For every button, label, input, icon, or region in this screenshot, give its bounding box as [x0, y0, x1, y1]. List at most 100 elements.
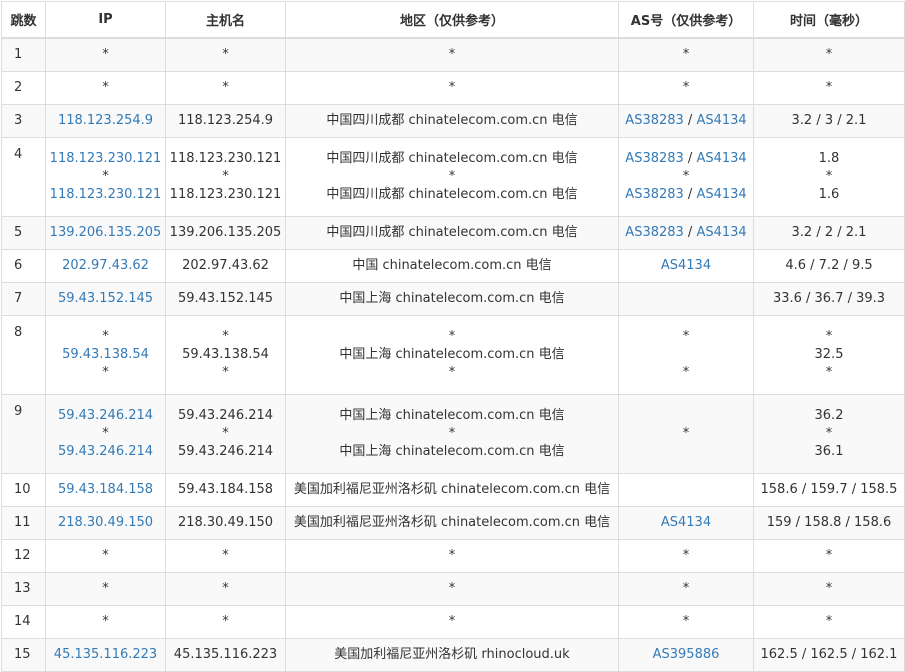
- ip-address-link[interactable]: 59.43.138.54: [46, 346, 165, 364]
- hostname-cell: 139.206.135.205: [165, 216, 286, 250]
- as-number-link[interactable]: AS38283: [625, 225, 684, 240]
- region-cell: * 中国上海 chinatelecom.com.cn 电信 *: [285, 315, 619, 395]
- ip-address-link[interactable]: 118.123.230.121: [46, 186, 165, 204]
- region-text: *: [448, 47, 456, 62]
- time-cell: *: [753, 539, 905, 573]
- hop-number: 15: [14, 647, 31, 662]
- traceroute-table: 跳数 IP 主机名 地区（仅供参考） AS号（仅供参考） 时间（毫秒） 1 * * *…: [1, 1, 905, 672]
- latency-value: 33.6 / 36.7 / 39.3: [772, 291, 886, 306]
- as-line: [619, 443, 753, 461]
- hostname-cell: 59.43.246.214 * 59.43.246.214: [165, 394, 286, 474]
- region-text: 中国四川成都 chinatelecom.com.cn 电信: [326, 187, 578, 202]
- ip-address-link[interactable]: 45.135.116.223: [46, 646, 165, 664]
- hostname: 59.43.184.158: [177, 482, 274, 497]
- table-row: 4 118.123.230.121 * 118.123.230.121 118.123.…: [1, 137, 905, 217]
- as-line: AS38283 / AS4134: [619, 224, 753, 242]
- ip-address-link[interactable]: 202.97.43.62: [46, 257, 165, 275]
- as-line: *: [619, 425, 753, 443]
- region-cell: 中国四川成都 chinatelecom.com.cn 电信 * 中国四川成都 chi…: [285, 137, 619, 217]
- as-number-link[interactable]: AS38283: [625, 113, 684, 128]
- as-cell: [618, 282, 754, 316]
- as-cell: *: [618, 605, 754, 639]
- hop-number: 3: [14, 113, 23, 128]
- as-unknown: *: [682, 614, 690, 629]
- latency-value: *: [825, 426, 833, 441]
- ip-address-link[interactable]: 59.43.184.158: [46, 481, 165, 499]
- ip-address: *: [102, 548, 109, 563]
- as-number-link[interactable]: AS38283: [625, 151, 684, 166]
- as-number-link[interactable]: AS4134: [696, 151, 746, 166]
- ip-cell: 139.206.135.205: [45, 216, 166, 250]
- table-row: 9 59.43.246.214 * 59.43.246.214 59.43.246.21…: [1, 394, 905, 474]
- as-number-link[interactable]: AS38283: [625, 187, 684, 202]
- region-text: 中国上海 chinatelecom.com.cn 电信: [339, 291, 565, 306]
- region-text: 中国上海 chinatelecom.com.cn 电信: [339, 347, 565, 362]
- time-cell: *: [753, 37, 905, 72]
- hostname: 139.206.135.205: [169, 225, 282, 240]
- as-number-link[interactable]: AS4134: [661, 258, 711, 273]
- hostname: *: [222, 548, 229, 563]
- ip-cell: 59.43.246.214 * 59.43.246.214: [45, 394, 166, 474]
- as-number-link[interactable]: AS4134: [696, 225, 746, 240]
- ip-address: *: [102, 169, 109, 184]
- as-cell: AS4134: [618, 249, 754, 283]
- hop-number: 7: [14, 291, 23, 306]
- region-cell: 中国 chinatelecom.com.cn 电信: [285, 249, 619, 283]
- as-number-link[interactable]: AS395886: [653, 647, 720, 662]
- hop-number: 12: [14, 548, 31, 563]
- hostname-cell: *: [165, 572, 286, 606]
- ip-address-link[interactable]: 118.123.254.9: [46, 112, 165, 130]
- hop-number: 13: [14, 581, 31, 596]
- as-line: *: [619, 613, 753, 631]
- as-number-link[interactable]: AS4134: [696, 187, 746, 202]
- latency-value: 1.8: [818, 151, 840, 166]
- as-line: AS38283 / AS4134: [619, 150, 753, 168]
- latency-value: *: [825, 329, 833, 344]
- latency-value: 32.5: [814, 347, 844, 362]
- ip-address-link[interactable]: 59.43.246.214: [46, 407, 165, 425]
- hop-cell: 10: [1, 473, 46, 507]
- table-row: 14 * * * * *: [1, 605, 905, 639]
- ip-address-link[interactable]: 59.43.246.214: [46, 443, 165, 461]
- hostname-cell: *: [165, 37, 286, 72]
- latency-value: 3.2 / 2 / 2.1: [791, 225, 867, 240]
- as-number-link[interactable]: AS4134: [661, 515, 711, 530]
- hop-cell: 12: [1, 539, 46, 573]
- ip-address: *: [102, 365, 109, 380]
- as-number-link[interactable]: AS4134: [696, 113, 746, 128]
- time-cell: 159 / 158.8 / 158.6: [753, 506, 905, 540]
- table-row: 15 45.135.116.223 45.135.116.223 美国加利福尼亚州洛杉…: [1, 638, 905, 672]
- region-text: 中国上海 chinatelecom.com.cn 电信: [339, 444, 565, 459]
- hop-cell: 13: [1, 572, 46, 606]
- region-cell: 美国加利福尼亚州洛杉矶 rhinocloud.uk: [285, 638, 619, 672]
- region-text: *: [448, 581, 456, 596]
- hop-number: 4: [14, 147, 23, 162]
- hostname-cell: 45.135.116.223: [165, 638, 286, 672]
- hostname-cell: * 59.43.138.54 *: [165, 315, 286, 395]
- header-as: AS号（仅供参考）: [618, 1, 754, 39]
- hostname: 59.43.246.214: [177, 444, 274, 459]
- as-line: [619, 407, 753, 425]
- ip-cell: 202.97.43.62: [45, 249, 166, 283]
- hop-cell: 15: [1, 638, 46, 672]
- hop-number: 14: [14, 614, 31, 629]
- table-row: 11 218.30.49.150 218.30.49.150 美国加利福尼亚州洛杉矶 …: [1, 506, 905, 540]
- ip-address-link[interactable]: 139.206.135.205: [46, 224, 165, 242]
- table-header-row: 跳数 IP 主机名 地区（仅供参考） AS号（仅供参考） 时间（毫秒）: [1, 1, 905, 39]
- ip-address-link[interactable]: 59.43.152.145: [46, 290, 165, 308]
- table-row: 1 * * * * *: [1, 37, 905, 72]
- hostname: 118.123.230.121: [169, 151, 282, 166]
- hostname-cell: *: [165, 71, 286, 105]
- hostname: 59.43.138.54: [182, 347, 269, 362]
- ip-address-link[interactable]: 118.123.230.121: [46, 150, 165, 168]
- hop-number: 5: [14, 225, 23, 240]
- latency-value: *: [825, 365, 833, 380]
- hop-cell: 3: [1, 104, 46, 138]
- time-cell: *: [753, 71, 905, 105]
- ip-cell: * 59.43.138.54 *: [45, 315, 166, 395]
- hostname: 118.123.254.9: [177, 113, 274, 128]
- ip-address-link[interactable]: 218.30.49.150: [46, 514, 165, 532]
- hostname-cell: 218.30.49.150: [165, 506, 286, 540]
- region-text: 中国上海 chinatelecom.com.cn 电信: [339, 408, 565, 423]
- region-text: *: [448, 548, 456, 563]
